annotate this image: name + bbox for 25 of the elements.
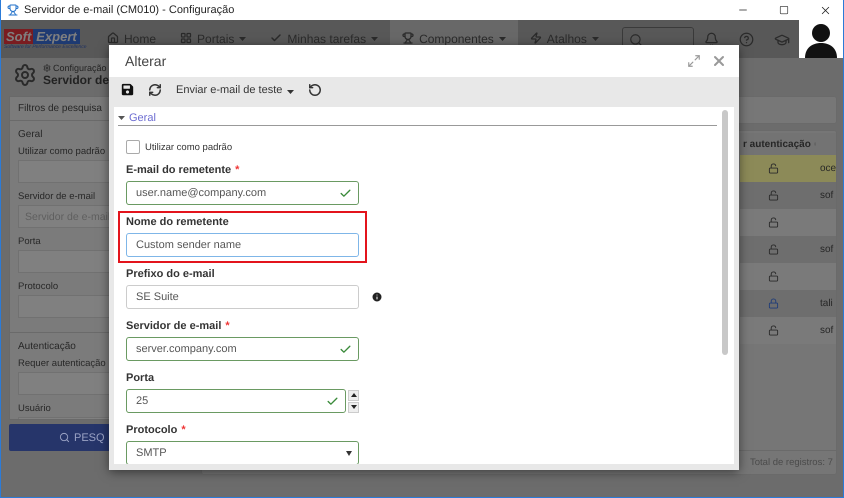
section-title: Geral xyxy=(18,129,42,140)
field-label: Prefixo do e-mail xyxy=(126,268,216,281)
section-title: Autenticação xyxy=(18,341,76,352)
field-label: Servidor de e-mail * xyxy=(126,320,231,333)
field-label: Porta xyxy=(126,372,156,385)
field-label: E-mail do remetente * xyxy=(126,164,240,177)
table-cell: sof xyxy=(816,236,836,263)
table-cell: sof xyxy=(816,317,836,344)
window-title: Servidor de e-mail (CM010) - Configuração xyxy=(24,4,236,16)
field-label: Porta xyxy=(18,236,41,247)
field-label: Protocolo * xyxy=(126,424,187,437)
field-label: Utilizar como padrão xyxy=(18,146,106,157)
field-label: Servidor de e-mail xyxy=(18,191,96,202)
table-cell: oce xyxy=(816,155,836,182)
logo-text: Soft xyxy=(4,28,34,44)
field-label: Usuário xyxy=(18,403,51,414)
checkbox-label: Utilizar como padrão xyxy=(145,142,232,152)
logo-text: Expert xyxy=(33,28,80,44)
field-label: Requer autenticação xyxy=(18,358,106,369)
page-title: Servidor de xyxy=(43,73,110,87)
table-cell: sof xyxy=(816,182,836,209)
field-label: Nome do remetente xyxy=(126,216,230,229)
table-cell: tali xyxy=(816,290,836,317)
dialog-title: Alterar xyxy=(125,53,168,69)
field-label: Protocolo xyxy=(18,281,58,292)
